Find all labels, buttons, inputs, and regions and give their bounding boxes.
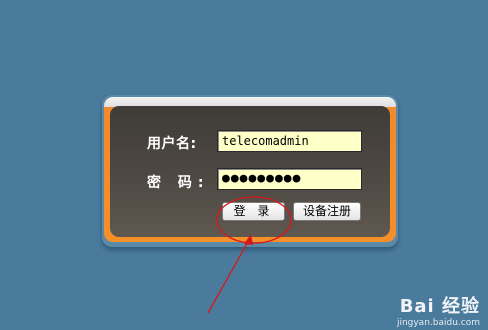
username-label: 用户名: [147, 136, 197, 152]
watermark-logo: Bai 经验 [399, 296, 480, 317]
password-label: 密 码: [147, 175, 210, 191]
password-input[interactable]: ●●●●●●●●● [217, 168, 362, 190]
pointer-arrow-line [207, 239, 250, 314]
watermark-url: jingyan.baidu.com [396, 318, 480, 328]
device-register-button[interactable]: 设备注册 [293, 202, 361, 221]
watermark: Bai 经验 jingyan.baidu.com [397, 292, 480, 328]
username-input[interactable]: telecomadmin [217, 130, 362, 152]
login-button[interactable]: 登 录 [222, 202, 285, 221]
